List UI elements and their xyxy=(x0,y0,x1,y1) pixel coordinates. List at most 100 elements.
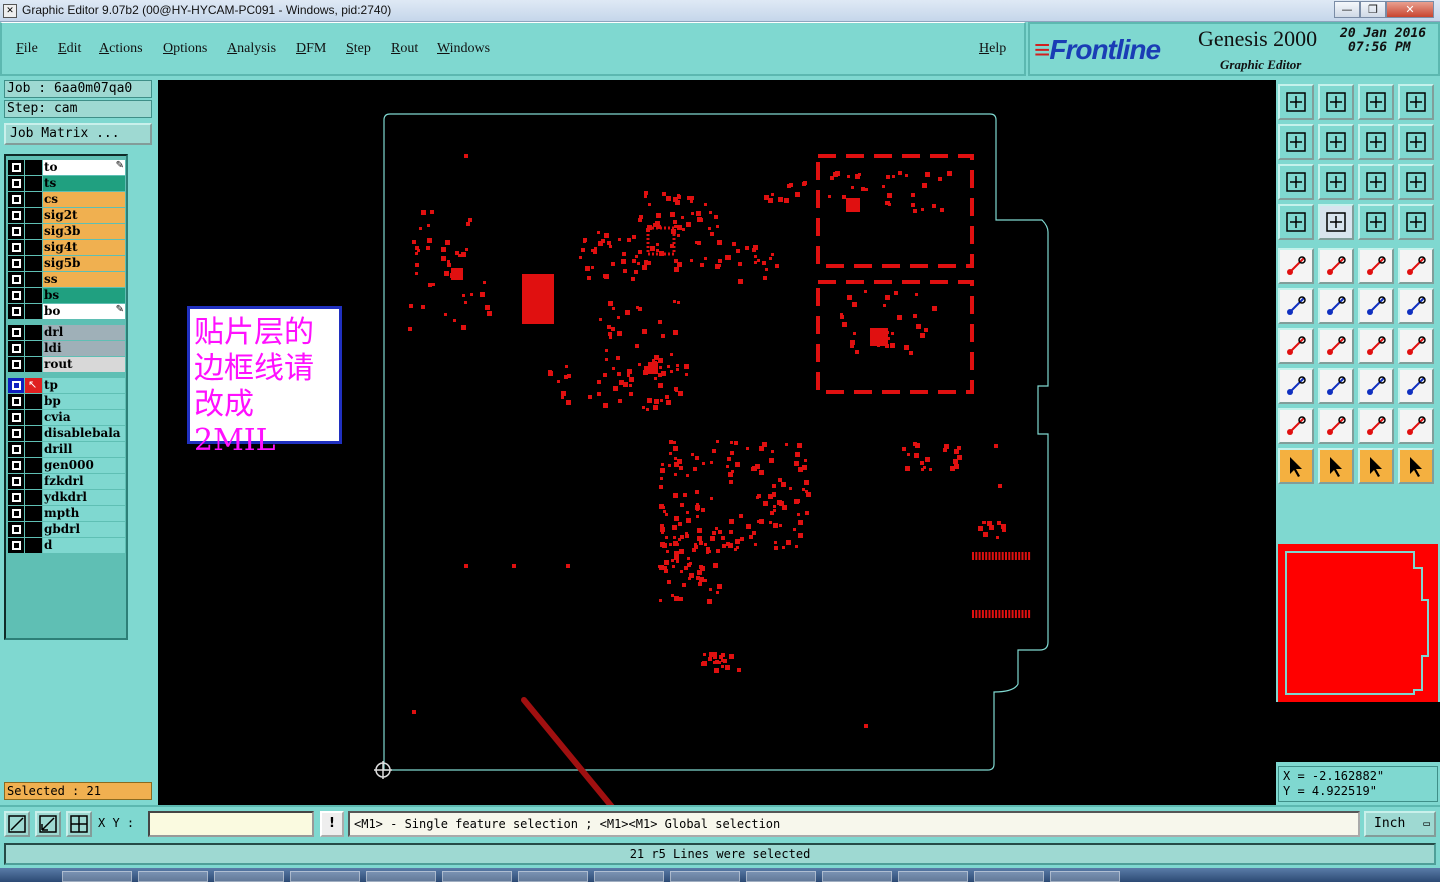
menu-actions[interactable]: Actions xyxy=(99,41,143,57)
layer-name[interactable]: sig4t xyxy=(43,240,125,255)
taskbar-item[interactable] xyxy=(138,871,208,882)
minimize-button[interactable]: — xyxy=(1334,1,1360,18)
fit-icon[interactable] xyxy=(1278,164,1314,200)
layer-affected-toggle[interactable] xyxy=(25,442,42,457)
layer-row-d[interactable]: d xyxy=(8,538,126,553)
layer-name[interactable]: bp xyxy=(43,394,125,409)
taskbar-item[interactable] xyxy=(290,871,360,882)
net-icon[interactable] xyxy=(1278,288,1314,324)
layer-affected-toggle[interactable] xyxy=(25,490,42,505)
layer-name[interactable]: mpth xyxy=(43,506,125,521)
center-icon[interactable] xyxy=(1318,164,1354,200)
layer-name[interactable]: to xyxy=(43,160,125,175)
zoom-box-icon[interactable] xyxy=(4,811,30,837)
angle-icon[interactable] xyxy=(1278,328,1314,364)
taskbar-item[interactable] xyxy=(62,871,132,882)
layer-affected-toggle[interactable] xyxy=(25,458,42,473)
line-icon[interactable] xyxy=(1318,248,1354,284)
layer-row-bo[interactable]: bo ✎ xyxy=(8,304,126,319)
menu-analysis[interactable]: Analysis xyxy=(227,41,276,57)
select-box-icon[interactable] xyxy=(1318,448,1354,484)
window-icon[interactable] xyxy=(1398,84,1434,120)
layer-checkbox[interactable] xyxy=(8,522,24,537)
layer-checkbox[interactable] xyxy=(8,410,24,425)
layer-affected-toggle[interactable] xyxy=(25,208,42,223)
layer-affected-toggle[interactable] xyxy=(25,538,42,553)
snap-a-icon[interactable] xyxy=(1318,408,1354,444)
settings-icon[interactable] xyxy=(1278,204,1314,240)
home-icon[interactable] xyxy=(1358,84,1394,120)
layer-row-bs[interactable]: bs xyxy=(8,288,126,303)
shape-icon[interactable] xyxy=(1278,368,1314,404)
layer-checkbox[interactable] xyxy=(8,490,24,505)
redraw-icon[interactable] xyxy=(1398,124,1434,160)
layer-affected-toggle[interactable] xyxy=(25,288,42,303)
layer-affected-toggle[interactable] xyxy=(25,522,42,537)
layer-checkbox[interactable] xyxy=(8,272,24,287)
job-matrix-button[interactable]: Job Matrix ... xyxy=(4,123,152,145)
layer-name[interactable]: drill xyxy=(43,442,125,457)
layer-affected-toggle[interactable] xyxy=(25,325,42,340)
menu-dfm[interactable]: DFM xyxy=(296,41,326,57)
layer-checkbox[interactable] xyxy=(8,426,24,441)
zoom-out-icon[interactable] xyxy=(1318,84,1354,120)
layer-affected-toggle[interactable] xyxy=(25,426,42,441)
taskbar-item[interactable] xyxy=(442,871,512,882)
minimap[interactable] xyxy=(1278,544,1438,702)
menu-rout[interactable]: Rout xyxy=(391,41,418,57)
layer-checkbox[interactable] xyxy=(8,341,24,356)
maximize-button[interactable]: ❐ xyxy=(1360,1,1386,18)
layer-checkbox[interactable] xyxy=(8,208,24,223)
cross-icon[interactable] xyxy=(1318,288,1354,324)
select-net-icon[interactable] xyxy=(1398,448,1434,484)
taskbar-item[interactable] xyxy=(822,871,892,882)
arc-icon[interactable] xyxy=(1358,288,1394,324)
snap-a-bar-icon[interactable] xyxy=(1398,408,1434,444)
layer-row-ts[interactable]: ts xyxy=(8,176,126,191)
menu-help[interactable]: Help xyxy=(979,41,1006,57)
measure-icon[interactable] xyxy=(35,811,61,837)
layer-checkbox[interactable] xyxy=(8,240,24,255)
close-button[interactable]: ✕ xyxy=(1386,1,1434,18)
layer-name[interactable]: sig2t xyxy=(43,208,125,223)
layer-checkbox[interactable] xyxy=(8,176,24,191)
layer-name[interactable]: tp xyxy=(43,378,125,393)
layer-row-fzkdrl[interactable]: fzkdrl xyxy=(8,474,126,489)
layer-row-cs[interactable]: cs xyxy=(8,192,126,207)
layer-affected-toggle[interactable] xyxy=(25,224,42,239)
taskbar-item[interactable] xyxy=(746,871,816,882)
layer-affected-toggle[interactable] xyxy=(25,506,42,521)
layer-row-ss[interactable]: ss xyxy=(8,272,126,287)
layer-name[interactable]: ts xyxy=(43,176,125,191)
layer-affected-toggle[interactable] xyxy=(25,410,42,425)
layer-checkbox[interactable] xyxy=(8,288,24,303)
layer-row-gen000[interactable]: gen000 xyxy=(8,458,126,473)
layer-affected-toggle[interactable] xyxy=(25,357,42,372)
layer-name[interactable]: ydkdrl xyxy=(43,490,125,505)
slash-icon[interactable] xyxy=(1318,328,1354,364)
layer-row-cvia[interactable]: cvia xyxy=(8,410,126,425)
layer-checkbox[interactable] xyxy=(8,160,24,175)
layer-row-to[interactable]: to ✎ xyxy=(8,160,126,175)
layer-row-drill[interactable]: drill xyxy=(8,442,126,457)
layer-checkbox[interactable] xyxy=(8,474,24,489)
layer-row-drl[interactable]: drl xyxy=(8,325,126,340)
taskbar-item[interactable] xyxy=(1050,871,1120,882)
measure-icon[interactable] xyxy=(1358,248,1394,284)
xy-input[interactable] xyxy=(148,811,314,837)
copy-icon[interactable] xyxy=(1398,368,1434,404)
snap-a-alt-icon[interactable] xyxy=(1358,408,1394,444)
layer-affected-toggle[interactable] xyxy=(25,192,42,207)
pan-right-icon[interactable] xyxy=(1318,124,1354,160)
layer-affected-toggle[interactable] xyxy=(25,240,42,255)
layer-affected-toggle[interactable] xyxy=(25,272,42,287)
layer-row-tp[interactable]: ↖ tp xyxy=(8,378,126,393)
layer-row-rout[interactable]: rout xyxy=(8,357,126,372)
pad-icon[interactable] xyxy=(1278,248,1314,284)
menu-options[interactable]: Options xyxy=(163,41,207,57)
layer-row-sig3b[interactable]: sig3b xyxy=(8,224,126,239)
zoom-in-icon[interactable] xyxy=(1278,84,1314,120)
layer-checkbox[interactable] xyxy=(8,538,24,553)
layer-checkbox[interactable] xyxy=(8,394,24,409)
layer-row-gbdrl[interactable]: gbdrl xyxy=(8,522,126,537)
